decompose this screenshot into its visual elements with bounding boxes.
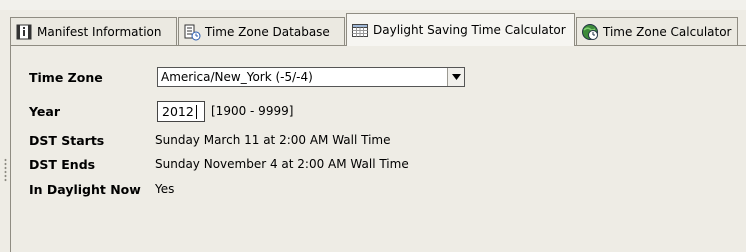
timezone-select[interactable]: America/New_York (-5/-4) <box>157 67 465 87</box>
dst-starts-label: DST Starts <box>29 132 105 148</box>
in-daylight-row: In Daylight Now Yes <box>29 179 174 199</box>
year-range: [1900 - 9999] <box>211 104 294 118</box>
calendar-icon <box>351 21 369 39</box>
dst-ends-label: DST Ends <box>29 156 96 172</box>
manifest-icon <box>15 23 33 41</box>
tab-label: Daylight Saving Time Calculator <box>373 23 566 37</box>
tab-bar: Manifest Information Time Zone Database <box>10 12 746 46</box>
tab-label: Manifest Information <box>37 25 162 39</box>
database-icon <box>183 23 201 41</box>
dst-ends-row: DST Ends Sunday November 4 at 2:00 AM Wa… <box>29 154 409 174</box>
dst-calculator-panel: Time Zone America/New_York (-5/-4) Year … <box>10 45 746 252</box>
globe-clock-icon <box>581 23 599 41</box>
window-top-strip <box>0 0 746 10</box>
tab-daylight-saving-time-calculator[interactable]: Daylight Saving Time Calculator <box>346 13 575 46</box>
tab-manifest-information[interactable]: Manifest Information <box>10 17 177 46</box>
timezone-select-value: America/New_York (-5/-4) <box>161 70 313 84</box>
dst-starts-value: Sunday March 11 at 2:00 AM Wall Time <box>155 133 391 147</box>
tab-label: Time Zone Database <box>205 25 330 39</box>
timezone-label: Time Zone <box>29 69 103 85</box>
year-range-row: [1900 - 9999] <box>211 101 293 121</box>
dst-ends-value: Sunday November 4 at 2:00 AM Wall Time <box>155 157 409 171</box>
in-daylight-label: In Daylight Now <box>29 181 141 197</box>
year-label: Year <box>29 103 60 119</box>
year-row: Year <box>29 101 155 121</box>
year-input[interactable]: 2012 <box>157 101 205 122</box>
tab-time-zone-calculator[interactable]: Time Zone Calculator <box>576 17 738 46</box>
splitter-handle[interactable] <box>4 158 7 182</box>
in-daylight-value: Yes <box>155 182 175 196</box>
year-input-value: 2012 <box>162 104 194 119</box>
tab-time-zone-database[interactable]: Time Zone Database <box>178 17 345 46</box>
dst-starts-row: DST Starts Sunday March 11 at 2:00 AM Wa… <box>29 130 391 150</box>
tab-label: Time Zone Calculator <box>603 25 732 39</box>
dropdown-arrow-icon[interactable] <box>447 68 464 86</box>
timezone-row: Time Zone <box>29 67 155 87</box>
text-cursor <box>195 104 197 119</box>
